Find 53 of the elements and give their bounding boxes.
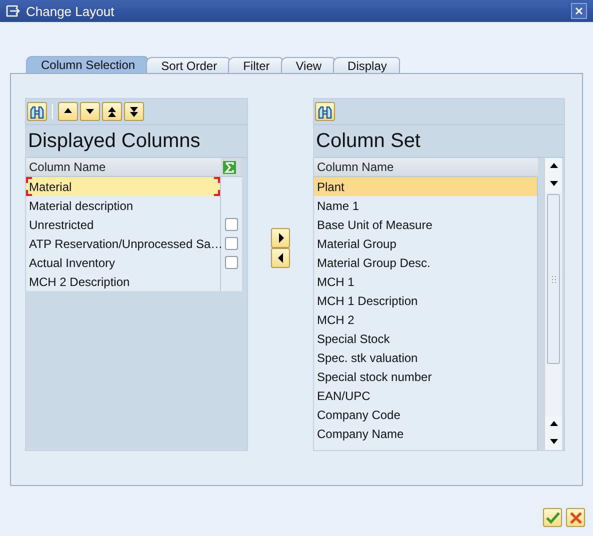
remove-column-button[interactable] xyxy=(271,248,290,268)
column-header: Column Name xyxy=(314,158,538,177)
total-checkbox[interactable] xyxy=(225,218,238,231)
bottom-arrow-icon xyxy=(129,106,139,118)
list-item[interactable]: Material Group xyxy=(314,234,537,253)
window-icon xyxy=(6,5,20,17)
close-button[interactable] xyxy=(571,3,587,19)
list-item[interactable]: MCH 1 Description xyxy=(314,291,537,310)
search-icon xyxy=(30,104,44,118)
list-item[interactable]: Unrestricted xyxy=(26,215,220,234)
tab[interactable]: Sort Order xyxy=(146,57,230,73)
search-icon xyxy=(318,104,332,118)
list-item[interactable]: Special Stock xyxy=(314,329,537,348)
list-item[interactable]: EAN/UPC xyxy=(314,386,537,405)
list-item[interactable]: Spec. stk valuation xyxy=(314,348,537,367)
close-icon xyxy=(575,7,583,15)
scrollbar[interactable] xyxy=(544,158,562,450)
list-item[interactable]: MCH 2 Description xyxy=(26,272,220,291)
tab[interactable]: Display xyxy=(332,57,400,73)
list-item[interactable]: Company Code xyxy=(314,405,537,424)
list-item[interactable]: Name 1 xyxy=(314,196,537,215)
list-item[interactable]: ATP Reservation/Unprocessed Sa… xyxy=(26,234,220,253)
move-down-button[interactable] xyxy=(80,102,100,121)
list-item[interactable]: Actual Inventory xyxy=(26,253,220,272)
window-title: Change Layout xyxy=(26,4,116,18)
close-icon xyxy=(570,512,582,524)
checkmark-icon xyxy=(546,512,560,524)
move-top-button[interactable] xyxy=(102,102,122,121)
list-item[interactable]: Material xyxy=(26,177,220,196)
list-item[interactable]: Material Group Desc. xyxy=(314,253,537,272)
confirm-button[interactable] xyxy=(543,508,562,527)
list-item[interactable]: Special stock number xyxy=(314,367,537,386)
list-item[interactable]: Company Name xyxy=(314,424,537,443)
list-item[interactable]: Plant xyxy=(314,177,537,196)
find-button[interactable] xyxy=(315,102,335,121)
find-button[interactable] xyxy=(27,102,47,121)
cancel-button[interactable] xyxy=(566,508,585,527)
list-item[interactable]: MCH 1 xyxy=(314,272,537,291)
total-checkbox[interactable] xyxy=(225,256,238,269)
total-checkbox[interactable] xyxy=(225,237,238,250)
tab[interactable]: View xyxy=(280,57,335,73)
tab[interactable]: Filter xyxy=(228,57,283,73)
move-bottom-button[interactable] xyxy=(124,102,144,121)
sum-icon[interactable] xyxy=(223,160,236,174)
column-header: Column Name xyxy=(26,158,221,177)
list-item[interactable]: Material description xyxy=(26,196,220,215)
list-item[interactable]: Base Unit of Measure xyxy=(314,215,537,234)
add-column-button[interactable] xyxy=(271,228,290,248)
tab[interactable]: Column Selection xyxy=(26,56,148,73)
top-arrow-icon xyxy=(107,106,117,118)
move-up-button[interactable] xyxy=(58,102,78,121)
list-item[interactable]: MCH 2 xyxy=(314,310,537,329)
left-arrow-icon xyxy=(276,252,286,264)
